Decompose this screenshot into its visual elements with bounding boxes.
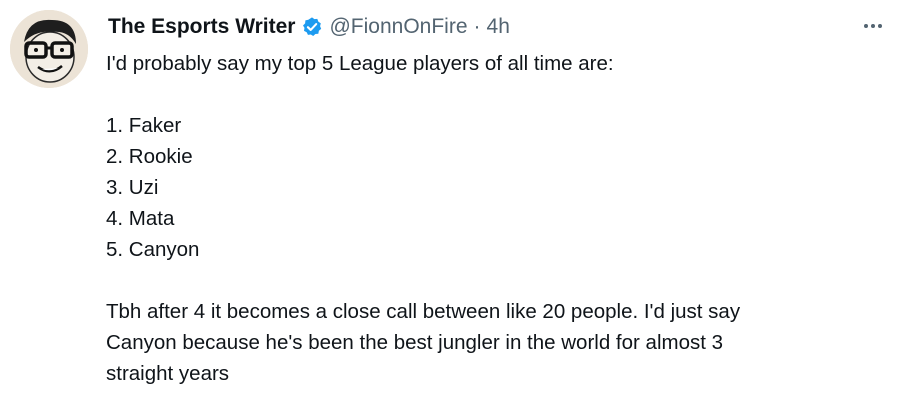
closing-line: Canyon because he's been the best jungle… (106, 331, 724, 354)
more-dot (864, 24, 868, 28)
tweet: The Esports Writer @FionnOnFire · 4h I'd… (0, 0, 900, 403)
player-list: 1. Faker 2. Rookie 3. Uzi 4. Mata 5. Can… (106, 110, 876, 265)
list-item: 5. Canyon (106, 238, 200, 261)
list-item: 1. Faker (106, 114, 182, 137)
cartoon-face-icon (10, 10, 88, 88)
verified-badge-icon (301, 16, 323, 38)
tweet-text: I'd probably say my top 5 League players… (106, 48, 876, 389)
display-name[interactable]: The Esports Writer (108, 15, 295, 39)
closing-line: Tbh after 4 it becomes a close call betw… (106, 300, 741, 323)
tweet-header: The Esports Writer @FionnOnFire · 4h (108, 10, 510, 44)
timestamp[interactable]: 4h (487, 15, 510, 39)
avatar[interactable] (10, 10, 88, 88)
more-options-icon[interactable] (858, 14, 888, 38)
list-item: 3. Uzi (106, 176, 159, 199)
more-dot (871, 24, 875, 28)
separator-dot: · (473, 15, 481, 38)
closing-line: straight years (106, 362, 230, 385)
list-item: 4. Mata (106, 207, 175, 230)
list-item: 2. Rookie (106, 145, 193, 168)
more-dot (878, 24, 882, 28)
handle[interactable]: @FionnOnFire (329, 15, 467, 39)
tweet-intro: I'd probably say my top 5 League players… (106, 52, 614, 75)
